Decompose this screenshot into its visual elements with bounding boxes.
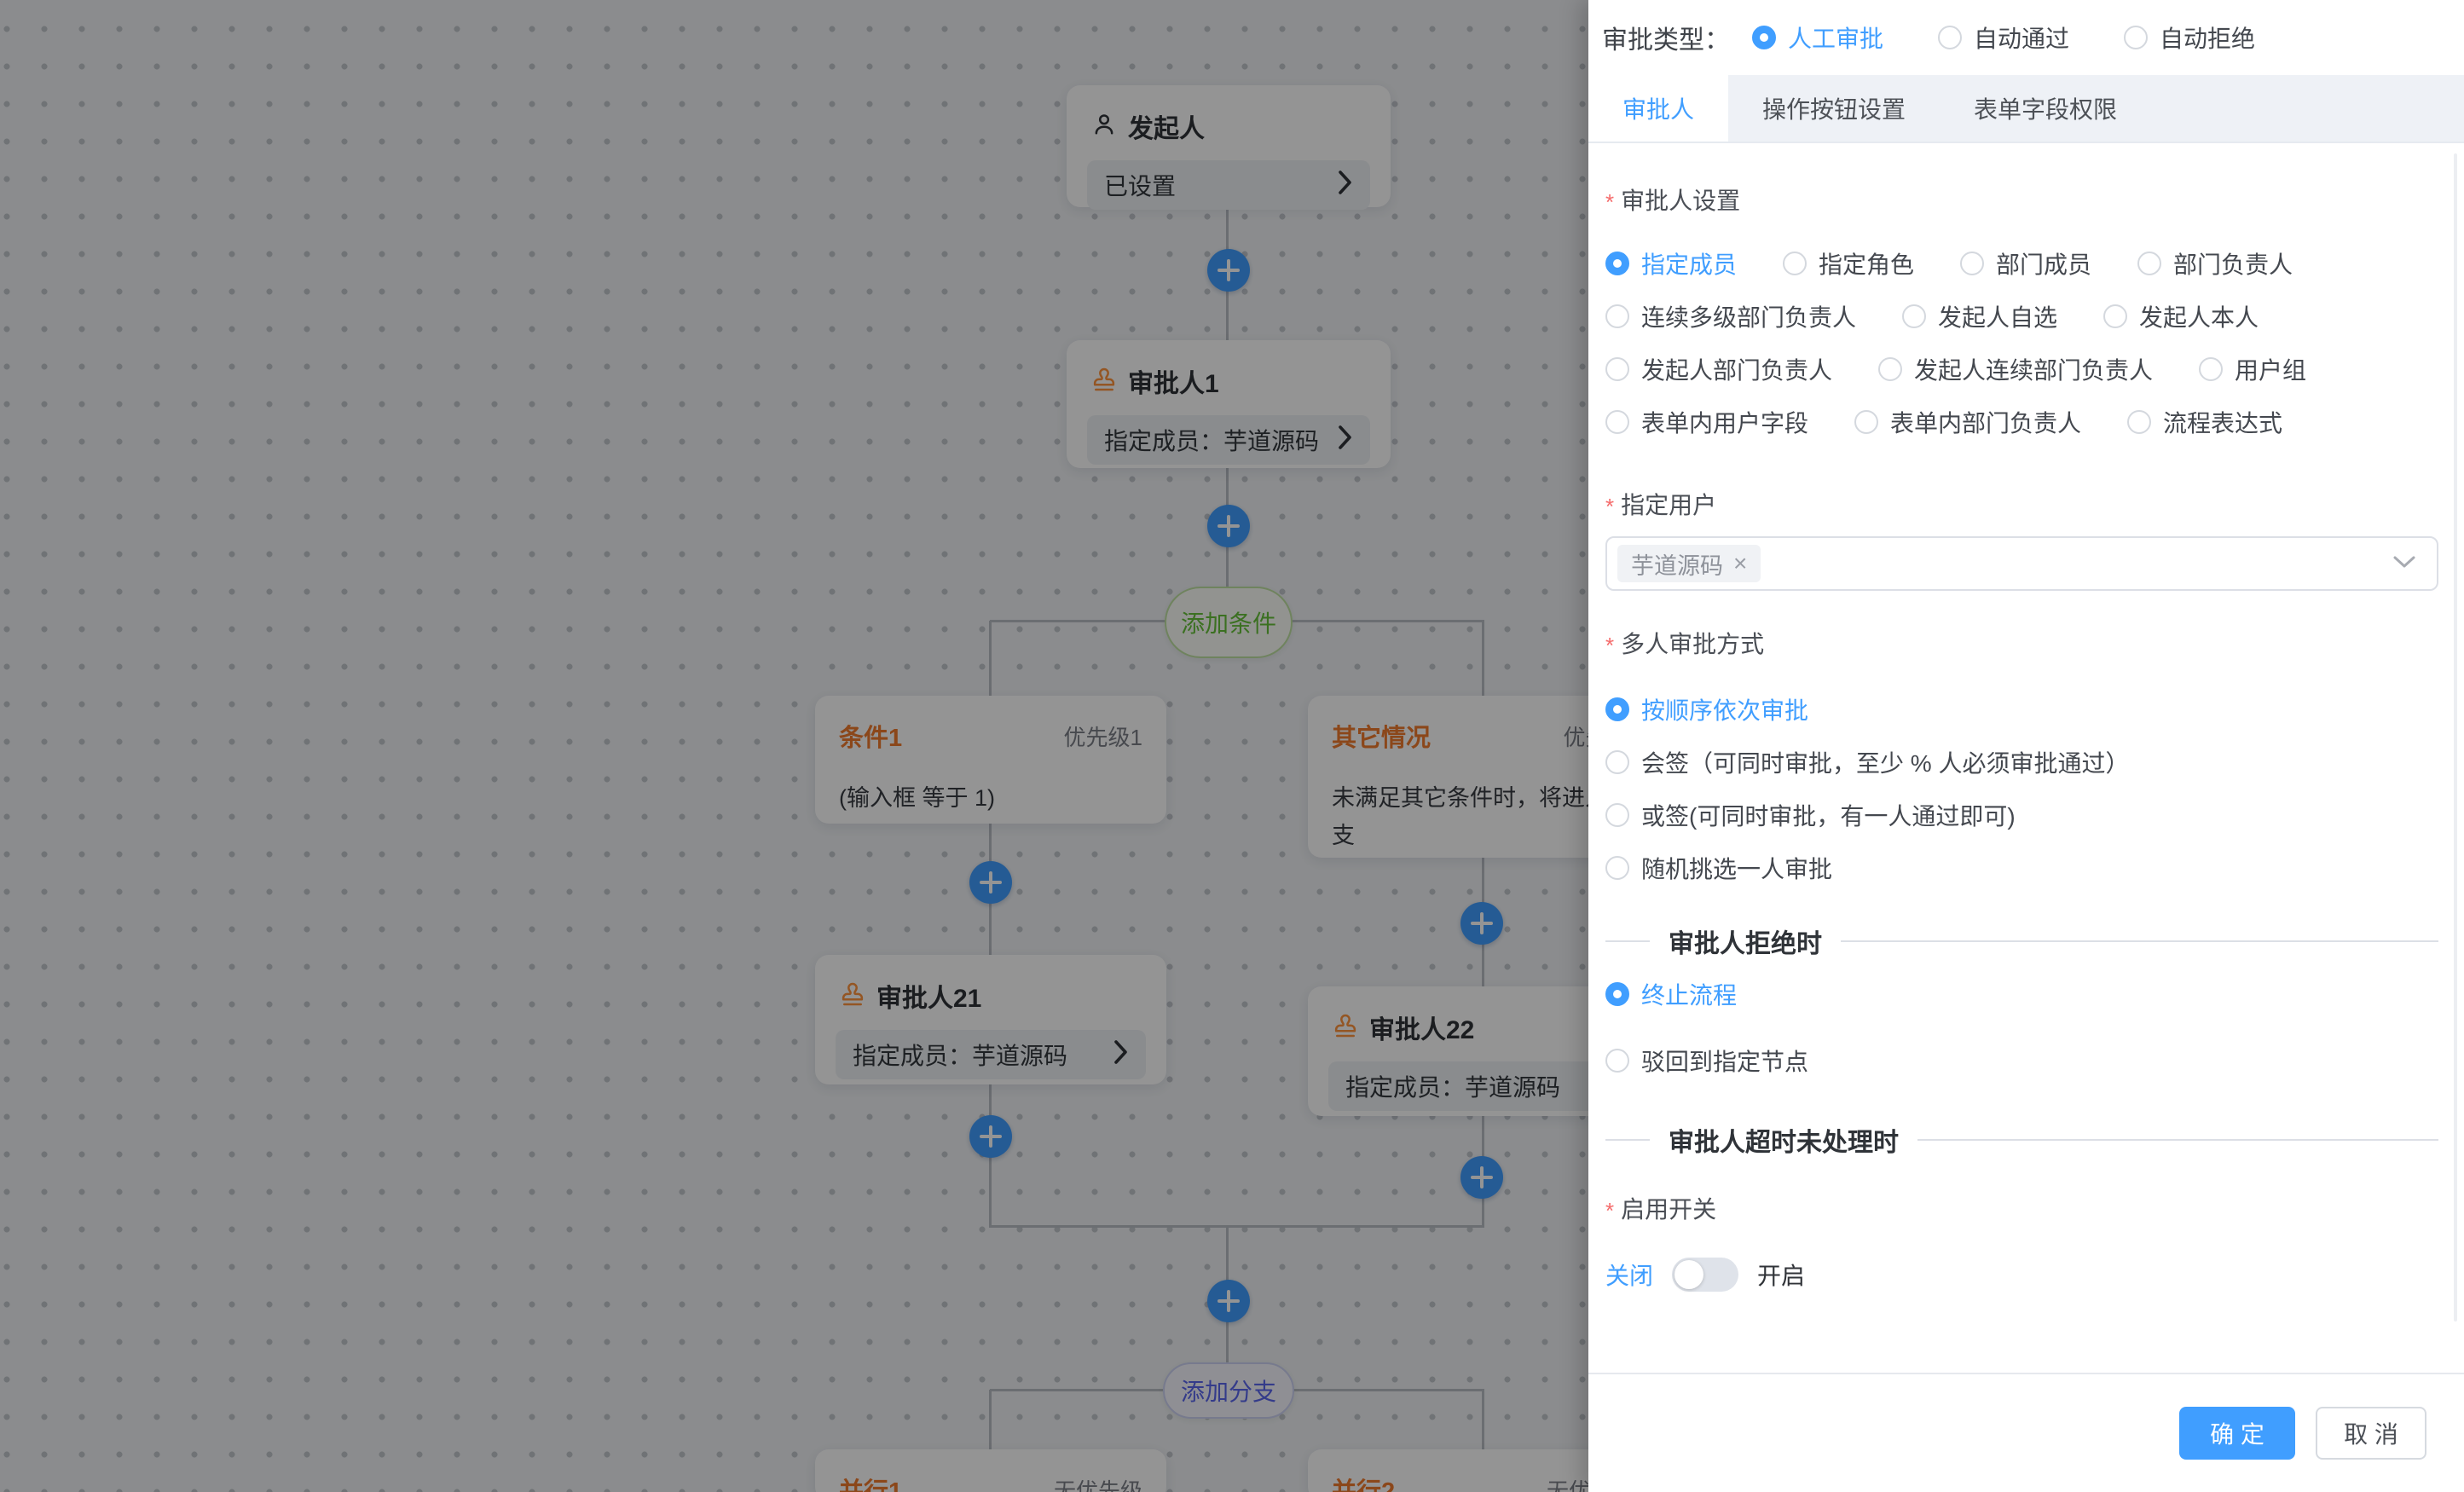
radio-return-to-node[interactable]: 驳回到指定节点 [1605, 1044, 1808, 1078]
multi-approve-label: * 多人审批方式 [1605, 626, 2438, 660]
radio-assign-member[interactable]: 指定成员 [1605, 246, 1737, 280]
radio-auto-pass[interactable]: 自动通过 [1938, 20, 2069, 55]
radio-icon [1902, 304, 1926, 328]
required-asterisk: * [1605, 633, 1614, 659]
chevron-down-icon [2392, 554, 2416, 574]
assign-user-label: * 指定用户 [1605, 487, 2438, 521]
approval-type-row: 审批类型： 人工审批 自动通过 自动拒绝 [1588, 0, 2464, 56]
radio-auto-reject[interactable]: 自动拒绝 [2124, 20, 2255, 55]
confirm-button[interactable]: 确 定 [2179, 1407, 2295, 1460]
approval-settings-drawer: 审批类型： 人工审批 自动通过 自动拒绝 审批人 操作按钮设置 表单字段权限 * [1588, 0, 2464, 1492]
screen: 发起人 已设置 审批人1 指定成员 [0, 0, 2464, 1492]
radio-icon [1605, 750, 1629, 774]
on-reject-options: 终止流程 驳回到指定节点 [1605, 977, 2438, 1078]
radio-terminate-flow[interactable]: 终止流程 [1605, 977, 1737, 1011]
approver-setting-row2: 连续多级部门负责人 发起人自选 发起人本人 [1605, 299, 2438, 333]
tab-button-settings[interactable]: 操作按钮设置 [1728, 75, 1940, 142]
radio-icon [1854, 410, 1878, 434]
tab-approver[interactable]: 审批人 [1588, 75, 1728, 142]
radio-icon [2199, 357, 2223, 381]
radio-icon [1605, 357, 1629, 381]
radio-dept-leader[interactable]: 部门负责人 [2137, 246, 2293, 280]
radio-icon [1605, 1049, 1629, 1073]
required-asterisk: * [1605, 1198, 1614, 1224]
tag-close-icon[interactable]: × [1733, 550, 1747, 577]
divider-on-timeout: 审批人超时未处理时 [1605, 1123, 2438, 1157]
radio-icon [1605, 304, 1629, 328]
required-asterisk: * [1605, 189, 1614, 216]
radio-icon [1752, 26, 1776, 49]
radio-dept-member[interactable]: 部门成员 [1960, 246, 2091, 280]
radio-form-user-field[interactable]: 表单内用户字段 [1605, 405, 1808, 439]
drawer-scrollbar[interactable] [2454, 153, 2457, 1321]
drawer-footer: 确 定 取 消 [1588, 1373, 2464, 1492]
switch-knob [1674, 1260, 1703, 1289]
approver-setting-row4: 表单内用户字段 表单内部门负责人 流程表达式 [1605, 405, 2438, 439]
radio-icon [1938, 26, 1962, 49]
radio-icon [2103, 304, 2127, 328]
radio-icon [1605, 410, 1629, 434]
selected-user-tag: 芋道源码 × [1617, 545, 1761, 582]
settings-tabbar: 审批人 操作按钮设置 表单字段权限 [1588, 75, 2464, 143]
approval-type-label: 审批类型： [1602, 19, 1730, 56]
required-asterisk: * [1605, 494, 1614, 520]
enable-switch-label: * 启用开关 [1605, 1191, 2438, 1225]
radio-initiator-self[interactable]: 发起人本人 [2103, 299, 2259, 333]
radio-icon [2127, 410, 2151, 434]
radio-initiator-dept-leader[interactable]: 发起人部门负责人 [1605, 352, 1832, 386]
radio-icon [1605, 697, 1629, 721]
radio-icon [1783, 252, 1807, 275]
radio-icon [1605, 803, 1629, 827]
radio-icon [1605, 252, 1629, 275]
approver-setting-label: * 审批人设置 [1605, 182, 2438, 217]
radio-icon [1605, 982, 1629, 1006]
radio-flow-expression[interactable]: 流程表达式 [2127, 405, 2282, 439]
multi-approve-options: 按顺序依次审批 会签（可同时审批，至少 % 人必须审批通过） 或签(可同时审批，… [1605, 692, 2438, 885]
divider-on-reject: 审批人拒绝时 [1605, 924, 2438, 958]
radio-icon [2137, 252, 2161, 275]
cancel-button[interactable]: 取 消 [2316, 1407, 2426, 1460]
radio-initiator-choose[interactable]: 发起人自选 [1902, 299, 2057, 333]
approver-setting-row1: 指定成员 指定角色 部门成员 部门负责人 [1605, 246, 2438, 280]
radio-icon [1960, 252, 1984, 275]
radio-initiator-multi-dept-leader[interactable]: 发起人连续部门负责人 [1878, 352, 2153, 386]
timeout-switch-row: 关闭 开启 [1605, 1256, 2438, 1293]
radio-orsign[interactable]: 或签(可同时审批，有一人通过即可) [1605, 798, 2016, 832]
approver-setting-row3: 发起人部门负责人 发起人连续部门负责人 用户组 [1605, 352, 2438, 386]
radio-sequential-approve[interactable]: 按顺序依次审批 [1605, 692, 1808, 726]
radio-icon [2124, 26, 2148, 49]
radio-manual-approval[interactable]: 人工审批 [1752, 20, 1883, 55]
timeout-enable-switch[interactable] [1672, 1258, 1738, 1292]
radio-user-group[interactable]: 用户组 [2199, 352, 2306, 386]
drawer-content: * 审批人设置 指定成员 指定角色 部门成员 部门负责人 连续多级部门负责人 发… [1588, 145, 2464, 1324]
radio-countersign[interactable]: 会签（可同时审批，至少 % 人必须审批通过） [1605, 745, 2129, 779]
radio-assign-role[interactable]: 指定角色 [1783, 246, 1914, 280]
radio-form-dept-leader[interactable]: 表单内部门负责人 [1854, 405, 2081, 439]
tab-form-field-permission[interactable]: 表单字段权限 [1940, 75, 2151, 142]
assign-user-select[interactable]: 芋道源码 × [1605, 536, 2438, 591]
radio-icon [1605, 856, 1629, 880]
radio-multi-level-dept-leader[interactable]: 连续多级部门负责人 [1605, 299, 1856, 333]
switch-off-label: 关闭 [1605, 1258, 1653, 1292]
radio-icon [1878, 357, 1902, 381]
radio-random-one[interactable]: 随机挑选一人审批 [1605, 851, 1832, 885]
switch-on-label: 开启 [1757, 1258, 1805, 1292]
